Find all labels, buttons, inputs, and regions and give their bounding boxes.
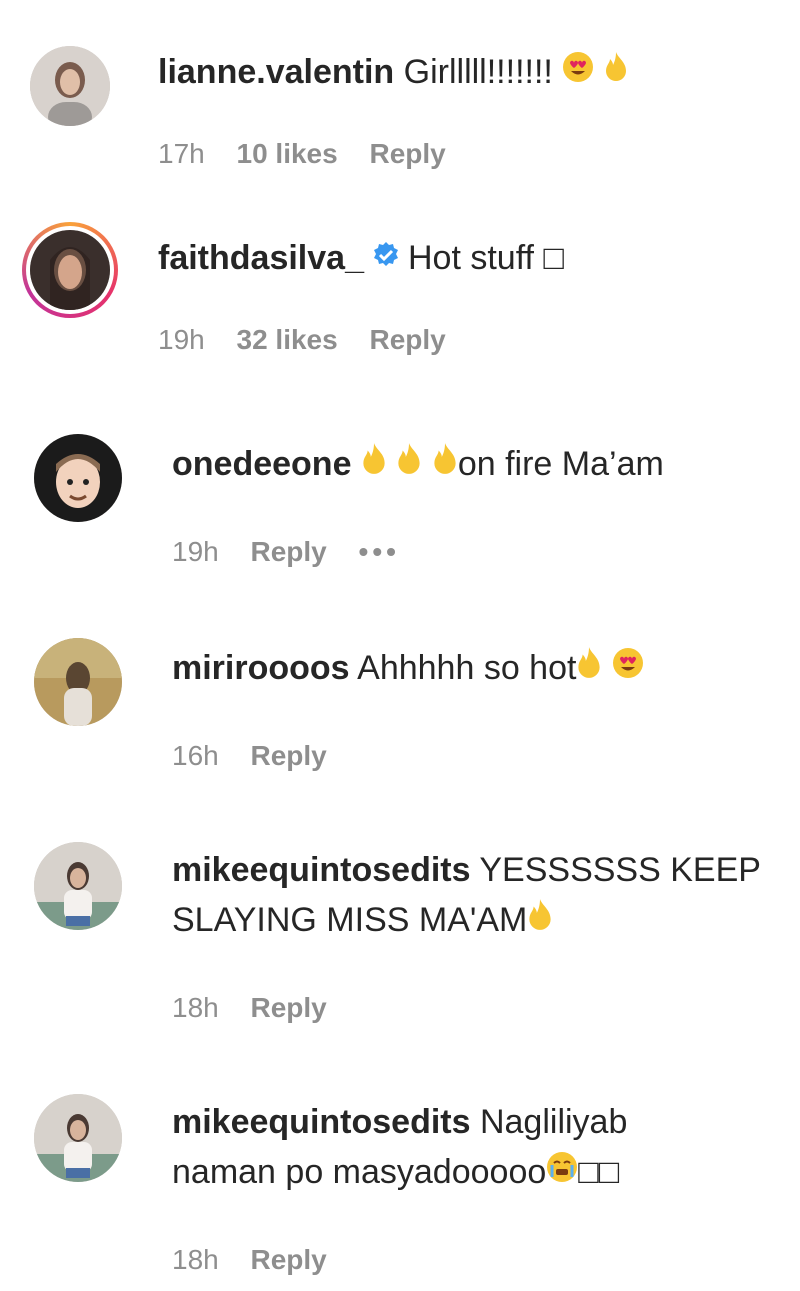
username[interactable]: onedeeone [172,445,351,483]
comment-meta: 18h Reply [172,990,351,1026]
verified-badge-icon [372,236,400,280]
username[interactable]: faithdasilva_ [158,239,364,277]
missing-glyph-box: □ [543,239,564,277]
fire-emoji-icon [361,442,387,487]
avatar[interactable] [30,46,110,126]
timestamp: 19h [172,536,219,567]
comment-text-line: onedeeone on fire Ma’am [172,442,664,487]
avatar[interactable] [34,842,122,930]
more-options-icon[interactable]: ••• [359,536,400,567]
reply-button[interactable]: Reply [369,138,445,169]
comment-text: naman po masyadooooo [172,1153,547,1191]
comment-text: SLAYING MISS MA'AM [172,901,528,939]
comment-text-line: mikeequintosedits YESSSSSS KEEP [172,848,761,892]
reply-button[interactable]: Reply [251,992,327,1023]
avatar[interactable] [34,638,122,726]
missing-glyph-box: □□ [578,1153,620,1191]
crying-emoji-icon [546,1150,578,1194]
story-ring[interactable] [22,222,118,318]
fire-emoji-icon [576,646,602,691]
comment-text-line: lianne.valentin Girlllll!!!!!!! [158,50,628,94]
comment-text-line: mikeequintosedits Nagliliyab [172,1100,627,1144]
comment-text-line: naman po masyadooooo □□ [172,1150,619,1194]
comment-text-line: faithdasilva_ Hot stuff □ [158,236,564,280]
fire-emoji-icon [604,50,628,94]
comment-meta: 17h 10 likes Reply [158,136,470,172]
comment-text: Girlllll!!!!!!! [403,53,553,91]
reply-button[interactable]: Reply [251,536,327,567]
username[interactable]: mikeequintosedits [172,1103,471,1141]
username[interactable]: lianne.valentin [158,53,394,91]
reply-button[interactable]: Reply [369,324,445,355]
comment-text-line: SLAYING MISS MA'AM [172,898,553,943]
timestamp: 19h [158,324,205,355]
avatar[interactable] [34,434,122,522]
comment-text: YESSSSSS KEEP [479,851,761,889]
timestamp: 17h [158,138,205,169]
likes-count[interactable]: 32 likes [237,324,338,355]
comment-text: Hot stuff [407,239,534,277]
timestamp: 18h [172,1244,219,1275]
reply-button[interactable]: Reply [251,740,327,771]
heart-eyes-emoji-icon [562,50,594,94]
reply-button[interactable]: Reply [251,1244,327,1275]
avatar [30,230,110,310]
comment-text: on fire Ma’am [457,445,664,483]
comment-meta: 16h Reply [172,738,351,774]
comment-text-line: miriroooos Ahhhhh so hot [172,646,644,691]
username[interactable]: miriroooos [172,649,350,687]
comment-meta: 19h 32 likes Reply [158,322,470,358]
username[interactable]: mikeequintosedits [172,851,471,889]
comment-text: Ahhhhh so hot [357,649,577,687]
timestamp: 18h [172,992,219,1023]
likes-count[interactable]: 10 likes [237,138,338,169]
timestamp: 16h [172,740,219,771]
comment-meta: 19h Reply ••• [172,534,424,570]
comment-meta: 18h Reply [172,1242,351,1278]
avatar[interactable] [34,1094,122,1182]
fire-emoji-icon [396,442,422,487]
comment-text: Nagliliyab [479,1103,628,1141]
fire-emoji-icon [527,898,553,943]
fire-emoji-icon [432,442,458,487]
heart-eyes-emoji-icon [612,646,644,690]
